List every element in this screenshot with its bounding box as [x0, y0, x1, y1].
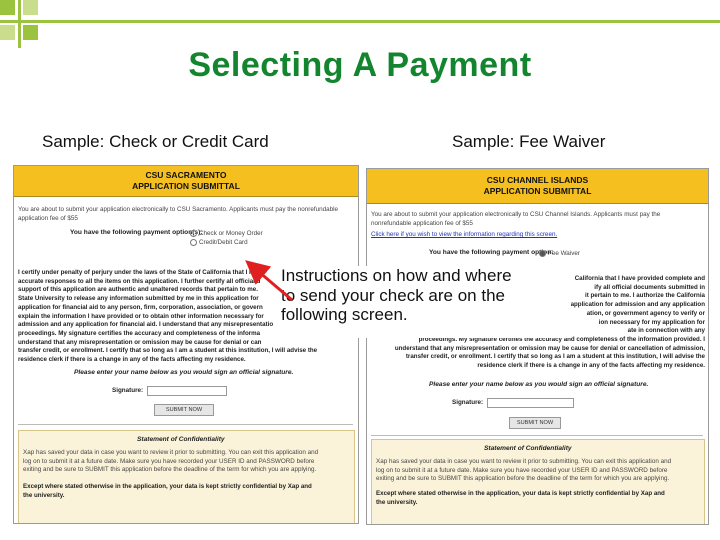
callout-arrow-icon: [245, 260, 293, 302]
